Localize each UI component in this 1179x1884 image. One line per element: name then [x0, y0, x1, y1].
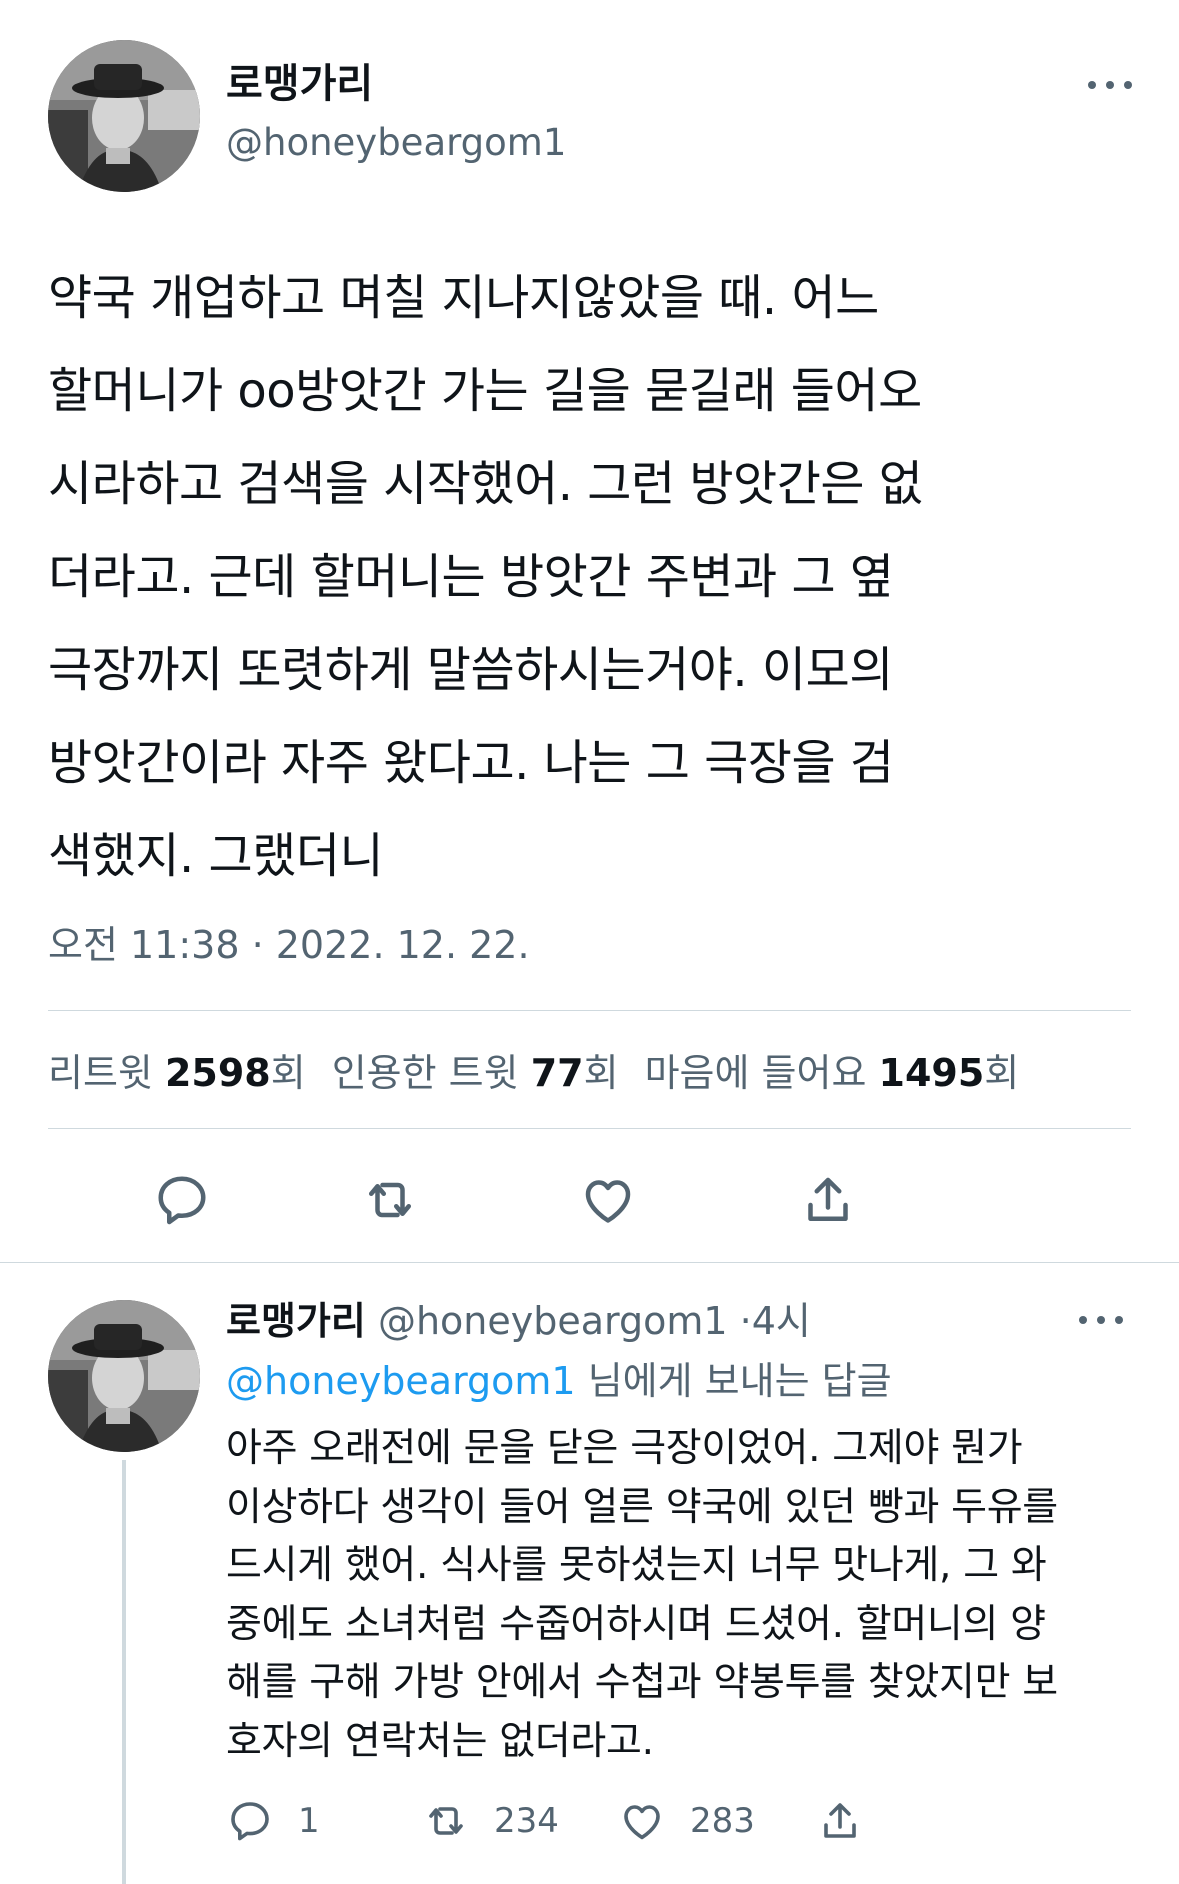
share-icon[interactable] [798, 1170, 858, 1230]
divider [48, 1010, 1131, 1011]
reply-author-handle[interactable]: @honeybeargom1 [378, 1299, 728, 1343]
reply-text: 아주 오래전에 문을 닫은 극장이었어. 그제야 뭔가 이상하다 생각이 들어 … [226, 1426, 1058, 1764]
reply-icon[interactable] [152, 1170, 212, 1230]
author-handle[interactable]: @honeybeargom1 [226, 120, 566, 166]
reply-retweet-button[interactable]: 234 [422, 1796, 559, 1846]
reply-actions: 1 234 283 [226, 1796, 1026, 1846]
like-icon[interactable] [578, 1170, 638, 1230]
reply-like-button[interactable]: 283 [618, 1796, 755, 1846]
reply-author-avatar[interactable] [48, 1300, 200, 1452]
tweet-actions [48, 1170, 1131, 1230]
likes-unit: 회 [984, 1051, 1020, 1095]
tweet-stats: 리트윗 2598회 인용한 트윗 77회 마음에 들어요 1495회 [48, 1050, 1019, 1096]
reply-reply-button[interactable]: 1 [226, 1796, 320, 1846]
tweet-header: 로맹가리 @honeybeargom1 [48, 40, 1140, 192]
quotes-count: 77 [530, 1051, 584, 1095]
retweets-count: 2598 [164, 1051, 271, 1095]
like-icon [618, 1797, 666, 1845]
quotes-stat[interactable]: 인용한 트윗 77회 [332, 1051, 619, 1095]
share-icon [816, 1797, 864, 1845]
retweets-label: 리트윗 [48, 1051, 153, 1095]
tweet-timestamp[interactable]: 오전 11:38 · 2022. 12. 22. [48, 922, 530, 968]
likes-label: 마음에 들어요 [644, 1051, 867, 1095]
author-name[interactable]: 로맹가리 [226, 60, 373, 108]
divider [48, 1128, 1131, 1129]
author-avatar[interactable] [48, 40, 200, 192]
reply-header: 로맹가리 @honeybeargom1 ·4시 [226, 1296, 811, 1346]
thread-line [122, 1460, 126, 1884]
reply-icon [226, 1797, 274, 1845]
replying-to-suffix: 님에게 보내는 답글 [587, 1359, 892, 1403]
likes-stat[interactable]: 마음에 들어요 1495회 [645, 1051, 1020, 1095]
tweet-text: 약국 개업하고 며칠 지나지않았을 때. 어느 할머니가 oo방앗간 가는 길을… [48, 270, 923, 884]
likes-count: 1495 [878, 1051, 985, 1095]
meta-separator: · [739, 1299, 752, 1343]
reply-share-button[interactable] [816, 1796, 864, 1846]
tweet-detail-screen: 로맹가리 @honeybeargom1 약국 개업하고 며칠 지나지않았을 때.… [0, 0, 1179, 1884]
reply-more-options-icon[interactable] [1079, 1313, 1123, 1327]
like-count: 283 [690, 1801, 755, 1841]
section-divider [0, 1262, 1179, 1263]
more-options-icon[interactable] [1088, 78, 1132, 92]
replying-to: @honeybeargom1 님에게 보내는 답글 [226, 1356, 892, 1406]
retweet-icon[interactable] [360, 1170, 420, 1230]
reply-count: 1 [298, 1801, 320, 1841]
quotes-unit: 회 [583, 1051, 619, 1095]
quotes-label: 인용한 트윗 [331, 1051, 519, 1095]
retweets-stat[interactable]: 리트윗 2598회 [48, 1051, 306, 1095]
replying-to-handle[interactable]: @honeybeargom1 [226, 1359, 576, 1403]
retweets-unit: 회 [270, 1051, 306, 1095]
retweet-count: 234 [494, 1801, 559, 1841]
reply-author-name[interactable]: 로맹가리 [226, 1299, 366, 1343]
reply-time[interactable]: 4시 [752, 1299, 811, 1343]
retweet-icon [422, 1797, 470, 1845]
